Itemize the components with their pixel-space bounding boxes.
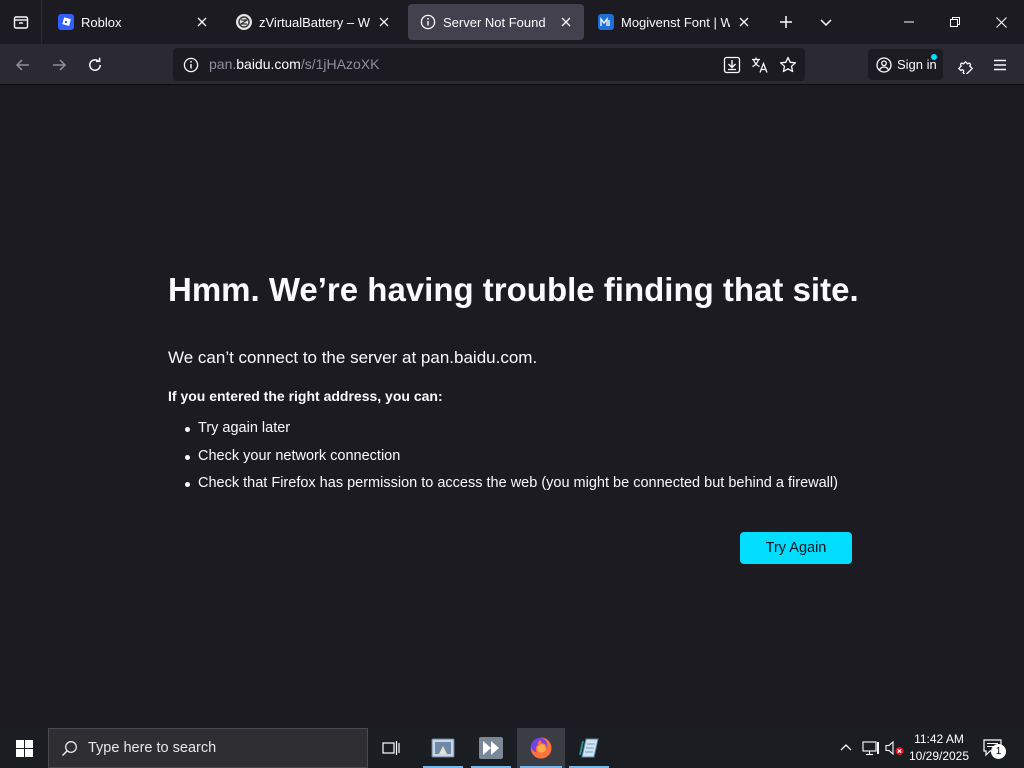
info-icon <box>420 14 436 30</box>
clock[interactable]: 11:42 AM 10/29/2025 <box>906 731 972 765</box>
bookmark-star-icon[interactable] <box>776 53 800 77</box>
roblox-favicon-icon <box>58 14 74 30</box>
puzzle-icon <box>957 60 973 74</box>
close-icon <box>995 16 1007 28</box>
extensions-button[interactable] <box>950 50 980 80</box>
list-item: Check your network connection <box>184 448 838 476</box>
navigation-toolbar: pan.baidu.com/s/1jHAzoXK Sign in <box>0 44 1024 85</box>
sign-in-label: Sign in <box>897 57 937 72</box>
address-bar[interactable]: pan.baidu.com/s/1jHAzoXK <box>173 48 805 81</box>
start-button[interactable] <box>0 728 48 768</box>
url-text[interactable]: pan.baidu.com/s/1jHAzoXK <box>209 56 379 72</box>
tab-title: zVirtualBattery – WWW <box>259 14 370 30</box>
tab-strip: Roblox zVirtualBattery – WWW Server Not … <box>0 0 1024 44</box>
task-view-icon <box>382 741 400 755</box>
taskbar-app-firefox[interactable] <box>517 728 565 768</box>
tab-title: Server Not Found <box>443 14 546 30</box>
close-tab-icon[interactable] <box>192 12 212 32</box>
clock-date: 10/29/2025 <box>908 749 970 763</box>
zvirtualbattery-favicon-icon <box>236 14 252 30</box>
restore-button[interactable] <box>932 0 978 44</box>
notification-dot <box>931 54 937 60</box>
video-app-icon <box>431 738 455 758</box>
tab-manager-button[interactable] <box>0 0 42 44</box>
tab-title: Roblox <box>81 14 122 30</box>
hamburger-menu-icon <box>994 59 1006 71</box>
arrow-left-icon <box>15 59 29 71</box>
download-icon[interactable] <box>720 53 744 77</box>
notification-count-badge: 1 <box>991 744 1006 759</box>
show-hidden-icons-button[interactable] <box>836 728 856 768</box>
tab-zvirtualbattery[interactable]: zVirtualBattery – WWW <box>224 4 402 40</box>
taskbar-search-box[interactable]: Type here to search <box>48 728 368 768</box>
app-menu-button[interactable] <box>985 50 1015 80</box>
error-title: Hmm. We’re having trouble finding that s… <box>168 271 859 308</box>
translate-icon[interactable] <box>748 53 772 77</box>
volume-muted-icon <box>885 740 904 756</box>
list-item: Check that Firefox has permission to acc… <box>184 475 838 503</box>
close-tab-icon[interactable] <box>734 12 754 32</box>
taskbar-app-video-editor[interactable] <box>420 728 466 768</box>
url-host: baidu.com <box>236 56 301 72</box>
fast-forward-app-icon <box>479 737 503 759</box>
try-again-button[interactable]: Try Again <box>740 532 852 564</box>
tab-roblox[interactable]: Roblox <box>46 4 220 40</box>
forward-button[interactable] <box>44 50 74 80</box>
clock-time: 11:42 AM <box>914 732 964 746</box>
error-page: Hmm. We’re having trouble finding that s… <box>0 86 1024 728</box>
minimize-icon <box>904 21 914 23</box>
task-view-button[interactable] <box>368 728 414 768</box>
reload-button[interactable] <box>80 50 110 80</box>
network-icon <box>862 741 879 756</box>
site-info-icon[interactable] <box>179 53 203 77</box>
chevron-up-icon <box>840 744 852 751</box>
list-all-tabs-button[interactable] <box>812 8 840 36</box>
notebook-app-icon <box>579 738 599 758</box>
taskbar-app-fast-forward[interactable] <box>468 728 514 768</box>
folder-tabs-icon <box>13 16 28 29</box>
taskbar: Type here to search 11:42 AM 10/29/2025 … <box>0 728 1024 768</box>
sign-in-button[interactable]: Sign in <box>868 49 943 80</box>
chevron-down-icon <box>820 19 832 27</box>
url-path: /s/1jHAzoXK <box>300 56 380 72</box>
url-prefix: pan. <box>209 56 237 72</box>
firefox-icon <box>530 737 552 759</box>
screen: Roblox zVirtualBattery – WWW Server Not … <box>0 0 1024 768</box>
fontspace-favicon-icon <box>598 14 614 30</box>
tab-mogivenst-font[interactable]: Mogivenst Font | Webfo <box>586 4 762 40</box>
close-window-button[interactable] <box>978 0 1024 44</box>
back-button[interactable] <box>8 50 38 80</box>
taskbar-app-notebook[interactable] <box>566 728 612 768</box>
error-subheading: If you entered the right address, you ca… <box>168 388 443 404</box>
search-placeholder: Type here to search <box>88 740 217 756</box>
reload-icon <box>89 57 101 71</box>
tab-server-not-found[interactable]: Server Not Found <box>408 4 584 40</box>
windows-logo-icon <box>15 739 33 757</box>
restore-icon <box>950 17 960 27</box>
list-item: Try again later <box>184 420 838 448</box>
close-tab-icon[interactable] <box>556 12 576 32</box>
arrow-right-icon <box>53 59 67 71</box>
action-center-button[interactable]: 1 <box>978 728 1008 768</box>
plus-icon <box>780 16 792 28</box>
account-icon <box>876 56 892 73</box>
search-icon <box>61 740 77 756</box>
volume-button[interactable] <box>884 728 906 768</box>
new-tab-button[interactable] <box>772 8 800 36</box>
close-tab-icon[interactable] <box>374 12 394 32</box>
error-description: We can’t connect to the server at pan.ba… <box>168 348 538 367</box>
tab-title: Mogivenst Font | Webfo <box>621 14 730 30</box>
suggestion-list: Try again later Check your network conne… <box>184 420 838 503</box>
network-status-button[interactable] <box>860 728 882 768</box>
minimize-button[interactable] <box>886 0 932 44</box>
